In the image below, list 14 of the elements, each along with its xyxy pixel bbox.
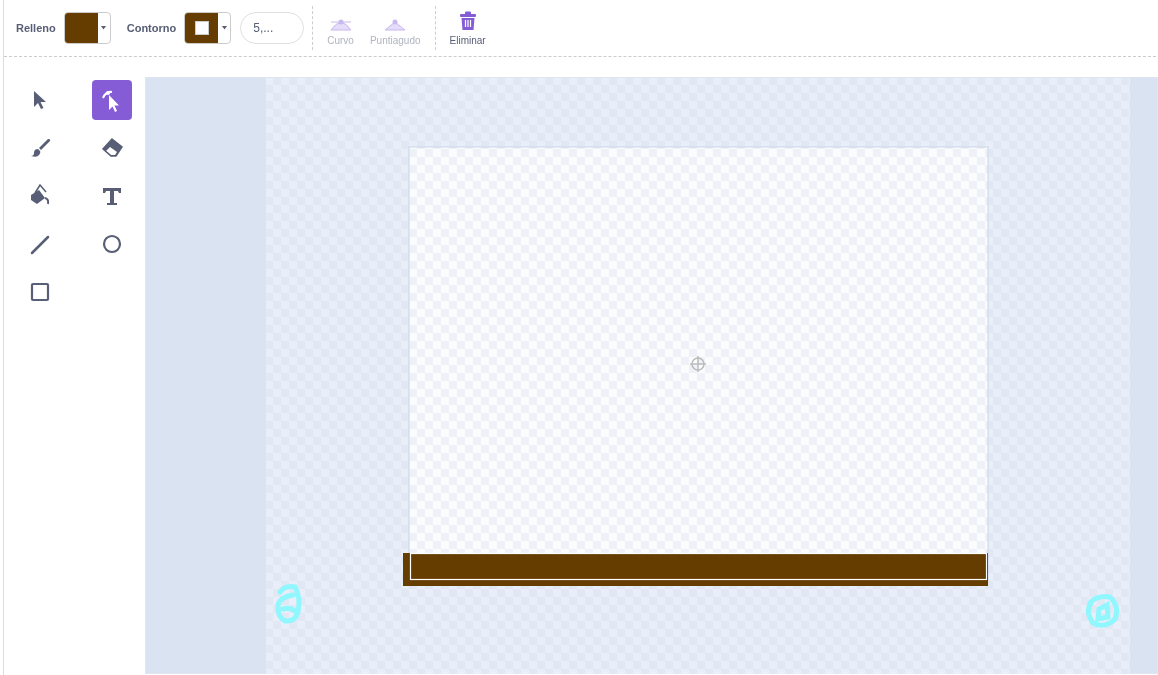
trash-icon xyxy=(458,10,477,31)
crosshair-icon xyxy=(689,355,707,373)
outline-label: Contorno xyxy=(126,22,177,34)
scribble-drawing xyxy=(275,584,302,624)
fill-color-button[interactable] xyxy=(63,12,111,44)
scribble-drawing xyxy=(1085,594,1120,628)
rectangle-shape[interactable] xyxy=(403,552,988,586)
tool-button[interactable] xyxy=(92,80,132,120)
fill-label: Relleno xyxy=(16,22,56,34)
stroke-width-field[interactable]: 5,... xyxy=(240,12,305,44)
caret-icon xyxy=(101,26,107,30)
delete-button[interactable]: Eliminar xyxy=(449,10,486,46)
caret-icon xyxy=(221,26,227,30)
outline-color-button[interactable] xyxy=(184,12,232,44)
